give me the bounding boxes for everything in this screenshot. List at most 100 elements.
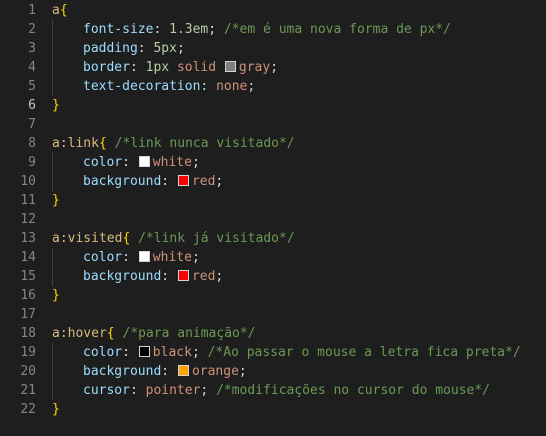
code-editor[interactable]: 1 a{2 font-size: 1.3em; /*em é uma nova fo…	[0, 0, 546, 436]
line-number: 19	[20, 345, 36, 360]
token-pun: ;	[191, 155, 200, 170]
code-line[interactable]: 10 background: red;	[0, 172, 546, 191]
code-text: }	[52, 191, 60, 210]
token-pun: ;	[247, 79, 256, 94]
token-pun: ;	[176, 41, 185, 56]
token-brace: }	[52, 193, 60, 208]
token-prop: cursor	[83, 383, 130, 398]
code-text: font-size: 1.3em; /*em é uma nova forma …	[83, 20, 451, 39]
code-line[interactable]: 14 color: white;	[0, 248, 546, 267]
token-cmt: /*para animação*/	[122, 326, 256, 341]
token-pun	[130, 231, 138, 246]
code-line[interactable]: 13 a:visited{ /*link já visitado*/	[0, 229, 546, 248]
token-pun	[107, 136, 115, 151]
token-pun: :	[137, 41, 154, 56]
line-number: 7	[28, 117, 36, 132]
code-line[interactable]: 8 a:link{ /*link nunca visitado*/	[0, 134, 546, 153]
token-pun	[169, 60, 177, 75]
token-pun: ;	[200, 383, 217, 398]
code-line[interactable]: 22}	[0, 400, 546, 419]
code-text: color: white;	[83, 248, 200, 267]
code-line[interactable]: 3 padding: 5px;	[0, 39, 546, 58]
line-number: 11	[20, 193, 36, 208]
line-number: 4	[28, 60, 36, 75]
token-val: white	[152, 155, 192, 170]
code-line[interactable]: 6}	[0, 96, 546, 115]
token-brace: {	[98, 136, 107, 151]
token-val: none	[216, 79, 248, 94]
code-line[interactable]: 4 border: 1px solid gray;	[0, 58, 546, 77]
code-line[interactable]: 16}	[0, 286, 546, 305]
code-text: background: red;	[83, 172, 223, 191]
code-text: background: orange;	[83, 362, 247, 381]
token-prop: background	[83, 269, 162, 284]
token-brace: }	[52, 288, 60, 303]
token-prop: color	[83, 250, 123, 265]
line-number: 2	[28, 22, 36, 37]
token-pun: :	[129, 60, 146, 75]
color-swatch[interactable]	[224, 61, 236, 72]
token-cmt: /*modificações no cursor do mouse*/	[216, 383, 491, 398]
token-pun: ;	[270, 60, 279, 75]
token-cmt: /*link nunca visitado*/	[114, 136, 295, 151]
code-text: a{	[52, 1, 68, 20]
line-number: 13	[20, 231, 36, 246]
code-text: }	[52, 400, 60, 419]
line-number: 15	[20, 269, 36, 284]
code-line[interactable]: 1 a{	[0, 1, 546, 20]
token-cmt: /*Ao passar o mouse a letra fica preta*/	[207, 345, 521, 360]
line-number: 18	[20, 326, 36, 341]
token-val: black	[152, 345, 192, 360]
code-line[interactable]: 18 a:hover{ /*para animação*/	[0, 324, 546, 343]
code-line[interactable]: 19 color: black; /*Ao passar o mouse a le…	[0, 343, 546, 362]
token-pun: :	[161, 269, 177, 284]
token-val: white	[152, 250, 192, 265]
code-line[interactable]: 12	[0, 210, 546, 229]
line-number: 1	[28, 3, 36, 18]
token-pun: :	[122, 155, 138, 170]
indent-guide	[52, 343, 53, 362]
token-val: red	[191, 174, 216, 189]
code-text: a:visited{ /*link já visitado*/	[52, 229, 295, 248]
token-pun: ;	[215, 269, 224, 284]
code-line[interactable]: 20 background: orange;	[0, 362, 546, 381]
token-num: 5px	[153, 41, 177, 56]
code-line[interactable]: 11}	[0, 191, 546, 210]
indent-guide	[52, 267, 53, 286]
token-pun	[216, 60, 224, 75]
color-swatch[interactable]	[138, 251, 150, 262]
color-swatch[interactable]	[177, 270, 189, 281]
indent-guide	[52, 39, 53, 58]
token-pun: :	[200, 79, 217, 94]
code-text: a:link{ /*link nunca visitado*/	[52, 134, 295, 153]
line-number: 22	[20, 402, 36, 417]
code-line[interactable]: 5 text-decoration: none;	[0, 77, 546, 96]
line-number: 10	[20, 174, 36, 189]
color-swatch[interactable]	[138, 156, 150, 167]
token-prop: color	[83, 345, 123, 360]
line-number: 3	[28, 41, 36, 56]
token-brace: }	[52, 98, 60, 113]
code-line[interactable]: 7	[0, 115, 546, 134]
indent-guide	[52, 20, 53, 39]
code-line[interactable]: 15 background: red;	[0, 267, 546, 286]
token-prop: color	[83, 155, 123, 170]
code-line[interactable]: 17	[0, 305, 546, 324]
line-number: 12	[20, 212, 36, 227]
code-line[interactable]: 9 color: white;	[0, 153, 546, 172]
token-pun: ;	[191, 345, 208, 360]
code-text: color: white;	[83, 153, 200, 172]
code-text: border: 1px solid gray;	[83, 58, 278, 77]
line-number: 8	[28, 136, 36, 151]
token-sel: a	[52, 3, 60, 18]
color-swatch[interactable]	[177, 365, 189, 376]
code-line[interactable]: 2 font-size: 1.3em; /*em é uma nova forma…	[0, 20, 546, 39]
indent-guide	[52, 248, 53, 267]
indent-guide	[52, 172, 53, 191]
color-swatch[interactable]	[138, 346, 150, 357]
token-sel: a:hover	[52, 326, 107, 341]
token-pun: :	[161, 364, 177, 379]
code-line[interactable]: 21 cursor: pointer; /*modificações no cur…	[0, 381, 546, 400]
token-pun: ;	[215, 174, 224, 189]
color-swatch[interactable]	[177, 175, 189, 186]
